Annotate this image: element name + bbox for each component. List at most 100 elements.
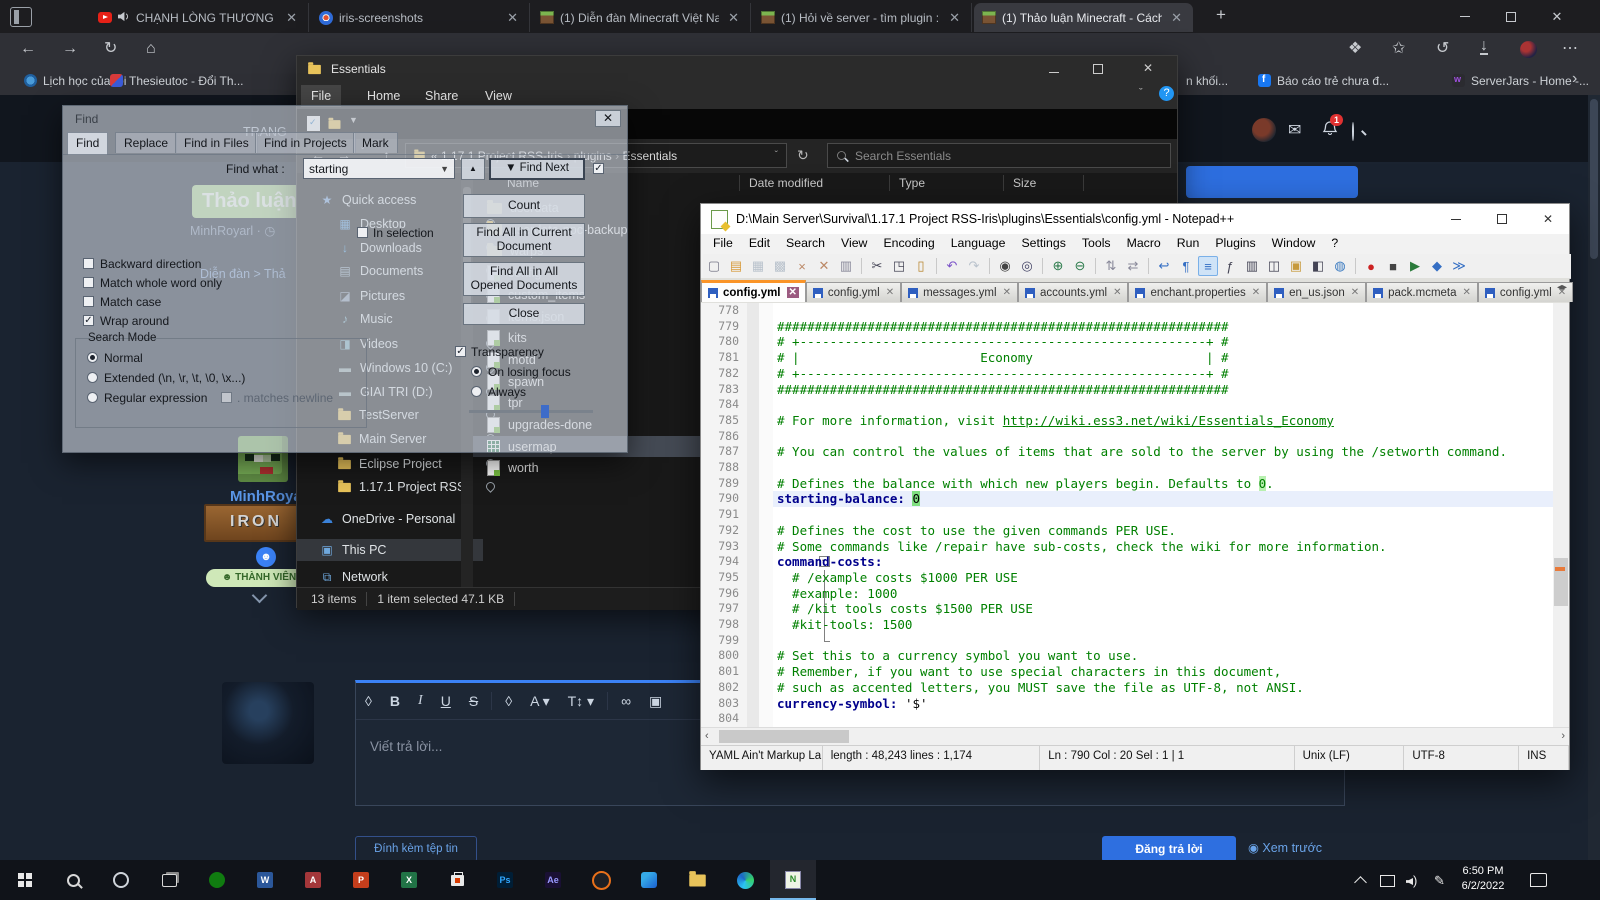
pen-tray-icon[interactable]: ✎ (1434, 873, 1445, 889)
close-button[interactable]: Close (463, 303, 585, 325)
font-size-icon[interactable]: T↕ ▾ (568, 693, 594, 710)
forum-avatar[interactable] (1252, 118, 1276, 142)
transparency-slider-thumb[interactable] (541, 405, 549, 418)
menu-run[interactable]: Run (1169, 234, 1208, 254)
tab-close-icon[interactable]: ✕ (725, 10, 742, 26)
replace-icon[interactable]: ◎ (1017, 256, 1037, 276)
tab-audio-icon[interactable] (117, 11, 130, 25)
document-tab-close-icon[interactable]: ✕ (1113, 287, 1121, 298)
editor-vertical-scrollbar[interactable] (1553, 303, 1569, 727)
menu-edit[interactable]: Edit (741, 234, 778, 254)
attach-file-button[interactable]: Đính kèm tệp tin (355, 836, 477, 862)
explorer-maximize-button[interactable] (1093, 63, 1103, 77)
tab-close-icon[interactable]: ✕ (283, 10, 300, 26)
help-icon[interactable]: ? (1159, 86, 1174, 101)
menu-settings[interactable]: Settings (1013, 234, 1073, 254)
bold-icon[interactable]: B (390, 693, 400, 709)
tab-mark[interactable]: Mark (353, 132, 398, 153)
menu-plugins[interactable]: Plugins (1207, 234, 1263, 254)
new-tab-button[interactable]: + (1216, 5, 1226, 25)
npp-maximize-button[interactable] (1479, 204, 1525, 234)
taskbar-task-view-icon[interactable] (146, 860, 192, 900)
explorer-title-bar[interactable]: Essentials ✕ (297, 56, 1177, 83)
column-header-size[interactable]: Size (1013, 173, 1036, 193)
tab-close-icon[interactable]: ✕ (946, 10, 963, 26)
ribbon-expand-chevron-icon[interactable]: ˇ (1139, 87, 1143, 99)
always-radio[interactable] (471, 386, 482, 397)
document-map-icon[interactable]: ▥ (1242, 256, 1262, 276)
address-dropdown-chevron-icon[interactable]: ˇ (775, 150, 778, 161)
count-button[interactable]: Count (463, 194, 585, 218)
reply-input[interactable]: Viết trả lời... (370, 739, 442, 754)
editor-horizontal-scrollbar[interactable]: ‹ › (701, 727, 1569, 746)
show-all-characters-icon[interactable]: ¶ (1176, 256, 1196, 276)
browser-menu-icon[interactable]: ⋯ (1562, 39, 1578, 59)
taskbar-access-icon[interactable]: A (290, 860, 336, 900)
ribbon-tab-share[interactable]: Share (415, 85, 468, 107)
taskbar-photoshop-icon[interactable]: Ps (482, 860, 528, 900)
mode-extended-radio[interactable] (87, 372, 98, 383)
match-whole-word-checkbox[interactable] (83, 277, 94, 288)
document-tab-close-icon[interactable]: ✕ (886, 287, 894, 298)
refresh-icon[interactable]: ↻ (104, 39, 117, 59)
column-header-type[interactable]: Type (899, 173, 925, 193)
two-buttons-mode-checkbox[interactable]: ✓ (593, 163, 604, 174)
post-image-thumbnail[interactable] (222, 682, 314, 764)
tab-close-icon[interactable]: ✕ (504, 10, 521, 26)
history-icon[interactable]: ↺ (1436, 39, 1449, 59)
explorer-refresh-icon[interactable]: ↻ (797, 147, 809, 164)
save-all-icon[interactable]: ▩ (770, 256, 790, 276)
taskbar-edge-icon[interactable] (722, 860, 768, 900)
code-editor[interactable]: 7787797807817827837847857867877887897907… (701, 303, 1569, 727)
document-tab-close-icon[interactable]: ✕ (1003, 287, 1011, 298)
document-tab-close-icon[interactable]: ✕ (1351, 287, 1359, 298)
zoom-out-icon[interactable]: ⊖ (1070, 256, 1090, 276)
folder-as-workspace-icon[interactable]: ▣ (1286, 256, 1306, 276)
scroll-left-arrow-icon[interactable]: ‹ (705, 730, 709, 742)
redo-icon[interactable]: ↷ (964, 256, 984, 276)
taskbar-store-icon[interactable] (434, 860, 480, 900)
matches-newline-checkbox[interactable] (221, 392, 232, 403)
scrollbar-thumb[interactable] (1554, 558, 1568, 606)
tab-find-in-files[interactable]: Find in Files (175, 132, 258, 153)
sidebar-item-network[interactable]: ⧉Network (297, 566, 483, 588)
sync-scroll-h-icon[interactable]: ⇄ (1123, 256, 1143, 276)
menu-file[interactable]: File (705, 234, 741, 254)
document-tab[interactable]: enchant.properties✕ (1128, 282, 1267, 302)
explorer-minimize-button[interactable] (1049, 62, 1059, 76)
taskbar-excel-icon[interactable]: X (386, 860, 432, 900)
backward-direction-checkbox[interactable] (83, 258, 94, 269)
close-icon[interactable]: × (792, 256, 812, 276)
transparency-checkbox[interactable]: ✓ (455, 346, 466, 357)
tab-scroll-arrows[interactable]: ◂▸ (1557, 282, 1567, 293)
sidebar-item-this-pc[interactable]: ▣This PC (297, 539, 483, 561)
insert-link-icon[interactable]: ∞ (621, 693, 631, 709)
browser-tab[interactable]: iris-screenshots✕ (311, 3, 530, 32)
profile-avatar[interactable] (1520, 41, 1537, 58)
taskbar-xbox-icon[interactable] (194, 860, 240, 900)
save-icon[interactable]: ▦ (748, 256, 768, 276)
document-tab[interactable]: messages.yml✕ (901, 282, 1018, 302)
post-reply-button[interactable]: Đăng trả lời (1102, 836, 1236, 862)
insert-image-icon[interactable]: ▣ (649, 693, 662, 710)
document-tab-close-icon[interactable]: ✕ (1463, 287, 1471, 298)
in-selection-checkbox[interactable] (357, 227, 368, 238)
profile-expand-chevron-icon[interactable] (252, 588, 268, 604)
menu-window[interactable]: Window (1264, 234, 1324, 254)
document-tab[interactable]: pack.mcmeta✕ (1366, 282, 1478, 302)
ribbon-tab-view[interactable]: View (475, 85, 522, 107)
document-tab[interactable]: config.yml✕ (806, 282, 901, 302)
favorites-icon[interactable]: ✩ (1392, 39, 1405, 59)
taskbar-streaming-app-icon[interactable] (578, 860, 624, 900)
tab-find[interactable]: Find (67, 132, 108, 155)
menu-encoding[interactable]: Encoding (875, 234, 942, 254)
vertical-tabs-icon[interactable] (10, 7, 32, 27)
browser-restore-button[interactable] (1488, 0, 1534, 33)
browser-tab[interactable]: (1) Thảo luận Minecraft - Cách tu✕ (974, 3, 1193, 32)
menu-help[interactable]: ? (1323, 234, 1346, 254)
find-all-opened-button[interactable]: Find All in All Opened Documents (463, 262, 585, 296)
taskbar-notepad-plus-plus-icon[interactable]: N (770, 860, 816, 900)
display-tray-icon[interactable] (1380, 875, 1395, 887)
macro-run-multiple-icon[interactable]: ≫ (1449, 256, 1469, 276)
ribbon-tab-file[interactable]: File (301, 85, 341, 107)
